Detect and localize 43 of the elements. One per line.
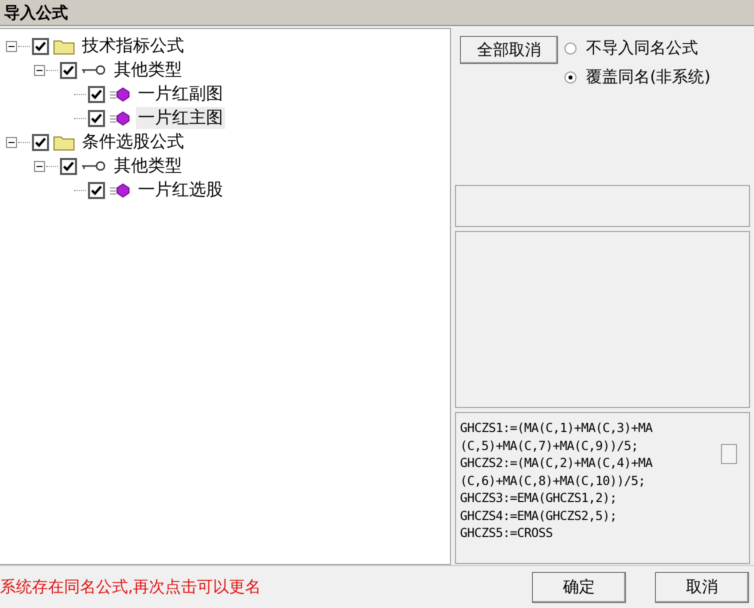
option-label[interactable]: 覆盖同名(非系统): [586, 67, 710, 88]
checkbox[interactable]: [32, 134, 49, 150]
option-label[interactable]: 不导入同名公式: [586, 38, 698, 59]
tree-item[interactable]: 一片红选股: [136, 179, 225, 201]
key-icon: [81, 160, 107, 172]
ok-button[interactable]: 确定: [532, 572, 626, 602]
deselect-all-button[interactable]: 全部取消: [460, 36, 558, 64]
tree-item[interactable]: 技术指标公式: [80, 35, 186, 57]
formula-line: GHCZS4:=EMA(GHCZS2,5);: [460, 506, 618, 524]
key-icon: [81, 64, 107, 76]
collapse-icon[interactable]: [6, 40, 17, 52]
formula-line: GHCZS2:=(MA(C,2)+MA(C,4)+MA: [460, 454, 654, 472]
checkbox[interactable]: [88, 86, 105, 102]
radio-button[interactable]: [564, 71, 577, 84]
tree-item[interactable]: 一片红主图: [136, 107, 225, 129]
folder-icon: [53, 134, 75, 150]
tree-item[interactable]: 其他类型: [112, 59, 184, 81]
checkbox[interactable]: [32, 38, 49, 54]
checkbox[interactable]: [88, 182, 105, 198]
collapse-icon[interactable]: [34, 64, 45, 76]
tree-item[interactable]: 其他类型: [112, 155, 184, 177]
checkbox[interactable]: [60, 158, 77, 174]
formula-line: GHCZS5:=CROSS: [460, 524, 554, 542]
formula-line: GHCZS1:=(MA(C,1)+MA(C,3)+MA: [460, 419, 654, 436]
status-message: 系统存在同名公式,再次点击可以更名: [0, 576, 262, 598]
collapse-icon[interactable]: [6, 136, 17, 148]
radio-button[interactable]: [564, 42, 577, 55]
formula-line: (C,5)+MA(C,7)+MA(C,9))/5;: [460, 436, 640, 454]
gem-icon: [109, 110, 131, 126]
formula-line: GHCZS3:=EMA(GHCZS1,2);: [460, 489, 618, 506]
gem-icon: [109, 182, 131, 198]
gem-icon: [109, 86, 131, 102]
tree-item[interactable]: 一片红副图: [136, 83, 225, 105]
tree-item[interactable]: 条件选股公式: [80, 131, 186, 153]
checkbox[interactable]: [60, 62, 77, 78]
collapse-icon[interactable]: [34, 160, 45, 172]
folder-icon: [53, 38, 75, 54]
window-title: 导入公式: [0, 0, 754, 26]
checkbox[interactable]: [88, 110, 105, 126]
formula-line: (C,6)+MA(C,8)+MA(C,10))/5;: [460, 472, 646, 489]
name-field[interactable]: [455, 185, 750, 227]
square-icon: [721, 444, 737, 464]
cancel-button[interactable]: 取消: [655, 572, 749, 602]
